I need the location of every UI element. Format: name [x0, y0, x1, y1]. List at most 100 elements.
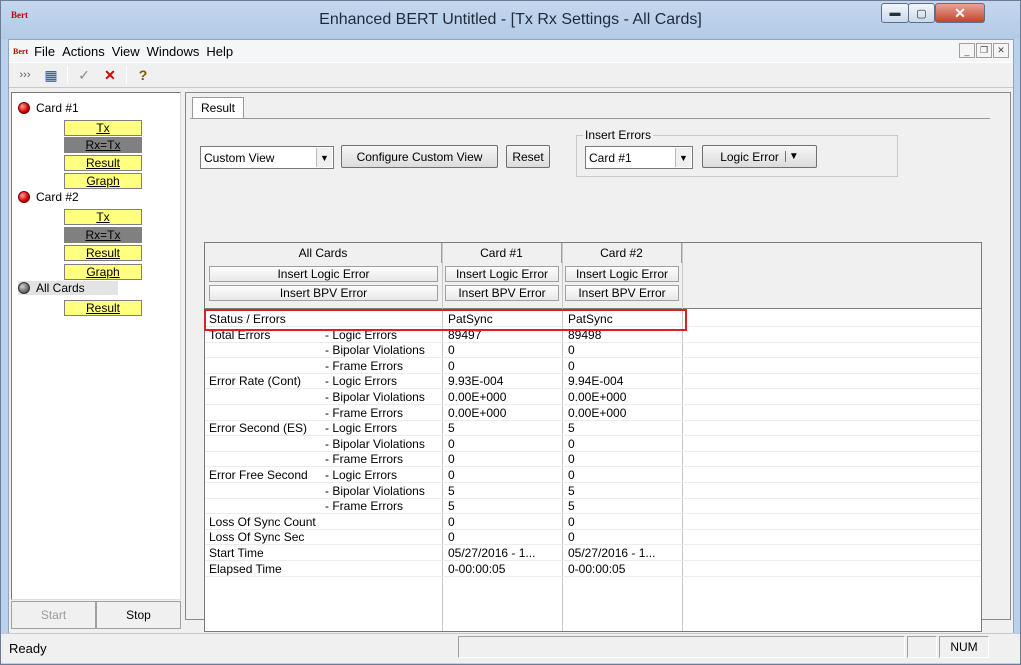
card-1-value: 0 [448, 530, 455, 545]
column-header-card-1: Card #1 [442, 243, 562, 263]
card-1-value: 0 [448, 514, 455, 529]
close-button[interactable]: ✕ [935, 3, 985, 23]
start-stop-bar: Start Stop [11, 601, 181, 631]
insert-bpv-error-card-1-button[interactable]: Insert BPV Error [445, 285, 559, 301]
table-row[interactable]: - Frame Errors 0 0 [205, 452, 981, 468]
table-row[interactable]: Loss Of Sync Count 0 0 [205, 515, 981, 530]
card-2-tx-button[interactable]: Tx [64, 209, 142, 225]
card-1-value: 5 [448, 499, 455, 514]
card-1-value: 0.00E+000 [448, 390, 507, 404]
column-header-all-cards: All Cards [205, 243, 442, 263]
card-1-value: 0.00E+000 [448, 405, 507, 420]
mdi-minimize-button[interactable]: _ [959, 43, 975, 58]
all-cards-row[interactable]: All Cards [18, 281, 118, 295]
table-row[interactable]: Error Rate (Cont) - Logic Errors 9.93E-004… [205, 374, 981, 390]
card-1-value: 05/27/2016 - 1... [448, 546, 536, 560]
status-led-icon [18, 282, 30, 294]
row-sublabel: - Bipolar Violations [325, 483, 425, 498]
logic-error-label: Logic Error [720, 149, 779, 164]
check-icon[interactable]: ✓ [74, 65, 94, 85]
num-lock-indicator: NUM [939, 636, 989, 658]
card-1-value: 5 [448, 421, 455, 436]
view-select[interactable]: Custom View ▼ [200, 146, 334, 169]
tab-result[interactable]: Result [192, 97, 245, 119]
row-label: Error Rate (Cont) [209, 374, 302, 389]
card-2-row[interactable]: Card #2 [18, 190, 79, 204]
row-label: Error Second (ES) [209, 421, 308, 436]
all-cards-label: All Cards [36, 281, 85, 295]
row-sublabel: - Logic Errors [325, 421, 398, 436]
card-1-value: 0-00:00:05 [448, 561, 506, 576]
stop-button[interactable]: Stop [96, 601, 181, 629]
table-row[interactable]: Error Free Second - Logic Errors 0 0 [205, 468, 981, 483]
status-led-icon [18, 191, 30, 203]
client-area: Bert File Actions View Windows Help _ ❐ … [8, 39, 1014, 661]
mdi-controls: _ ❐ ✕ [959, 43, 1009, 58]
card-2-value: 5 [568, 483, 575, 498]
card-2-graph-button[interactable]: Graph [64, 264, 142, 280]
table-row[interactable]: - Frame Errors 0.00E+000 0.00E+000 [205, 406, 981, 421]
all-cards-result-button[interactable]: Result [64, 300, 142, 316]
card-1-result-button[interactable]: Result [64, 155, 142, 171]
insert-logic-error-card-1-button[interactable]: Insert Logic Error [445, 266, 559, 282]
table-icon[interactable]: ▦ [41, 65, 61, 85]
title-bar[interactable]: Bert Enhanced BERT Untitled - [Tx Rx Set… [1, 1, 1020, 39]
result-pane: Result Custom View ▼ Configure Custom Vi… [185, 92, 1012, 661]
chevron-down-icon[interactable]: ▼ [675, 148, 691, 167]
table-row[interactable]: - Bipolar Violations 5 5 [205, 484, 981, 499]
table-row[interactable]: Error Second (ES) - Logic Errors 5 5 [205, 421, 981, 437]
table-row[interactable]: - Frame Errors 5 5 [205, 499, 981, 515]
table-row[interactable]: - Frame Errors 0 0 [205, 359, 981, 374]
row-sublabel: - Logic Errors [325, 468, 398, 482]
card-2-value: 0 [568, 514, 575, 529]
start-button[interactable]: Start [11, 601, 96, 629]
card-2-label: Card #2 [36, 190, 79, 204]
menu-windows[interactable]: Windows [147, 44, 200, 59]
mdi-restore-button[interactable]: ❐ [976, 43, 992, 58]
table-row[interactable]: Loss Of Sync Sec 0 0 [205, 530, 981, 546]
insert-logic-error-card-2-button[interactable]: Insert Logic Error [565, 266, 679, 282]
card-select[interactable]: Card #1 ▼ [585, 146, 693, 169]
card-list-panel: Card #1 Tx Rx=Tx Result Graph Card #2 Tx… [11, 92, 181, 600]
table-row[interactable]: Elapsed Time 0-00:00:05 0-00:00:05 [205, 562, 981, 577]
insert-bpv-error-all-button[interactable]: Insert BPV Error [209, 285, 438, 301]
logic-error-button[interactable]: Logic Error ▼ [702, 145, 817, 168]
table-row[interactable]: - Bipolar Violations 0 0 [205, 437, 981, 452]
table-row[interactable]: - Bipolar Violations 0.00E+000 0.00E+000 [205, 390, 981, 405]
menu-help[interactable]: Help [206, 44, 233, 59]
menu-actions[interactable]: Actions [62, 44, 105, 59]
menu-view[interactable]: View [112, 44, 140, 59]
table-row[interactable]: - Bipolar Violations 0 0 [205, 343, 981, 359]
card-1-value: 5 [448, 483, 455, 498]
insert-logic-error-all-button[interactable]: Insert Logic Error [209, 266, 438, 282]
table-row[interactable]: Start Time 05/27/2016 - 1... 05/27/2016 - … [205, 546, 981, 561]
chevrons-icon[interactable]: ››› [15, 65, 35, 85]
row-label: Loss Of Sync Count [209, 514, 316, 529]
menu-bar: Bert File Actions View Windows Help _ ❐ … [9, 40, 1013, 62]
card-1-value: 0 [448, 358, 455, 373]
menu-file[interactable]: File [34, 44, 55, 59]
card-1-value: 9.93E-004 [448, 374, 504, 389]
maximize-button[interactable]: ▢ [908, 3, 935, 23]
card-2-value: 05/27/2016 - 1... [568, 546, 656, 560]
minimize-button[interactable]: ▬ [881, 3, 909, 23]
card-2-result-button[interactable]: Result [64, 245, 142, 261]
card-1-value: 0 [448, 452, 455, 467]
row-sublabel: - Frame Errors [325, 358, 403, 373]
close-icon[interactable]: ✕ [100, 65, 120, 85]
help-icon[interactable]: ? [133, 65, 153, 85]
dropdown-arrow-icon[interactable]: ▼ [784, 151, 799, 162]
reset-button[interactable]: Reset [506, 145, 550, 168]
card-1-row[interactable]: Card #1 [18, 101, 79, 115]
card-2-value: 0.00E+000 [568, 405, 627, 420]
mdi-close-button[interactable]: ✕ [993, 43, 1009, 58]
insert-bpv-error-card-2-button[interactable]: Insert BPV Error [565, 285, 679, 301]
configure-custom-view-button[interactable]: Configure Custom View [341, 145, 498, 168]
card-1-graph-button[interactable]: Graph [64, 173, 142, 189]
card-1-tx-button[interactable]: Tx [64, 120, 142, 136]
card-1-rx-button[interactable]: Rx=Tx [64, 137, 142, 153]
chevron-down-icon[interactable]: ▼ [316, 148, 332, 167]
card-2-value: 0 [568, 468, 575, 482]
card-2-rx-button[interactable]: Rx=Tx [64, 227, 142, 243]
menu-logo-icon[interactable]: Bert [13, 47, 28, 56]
